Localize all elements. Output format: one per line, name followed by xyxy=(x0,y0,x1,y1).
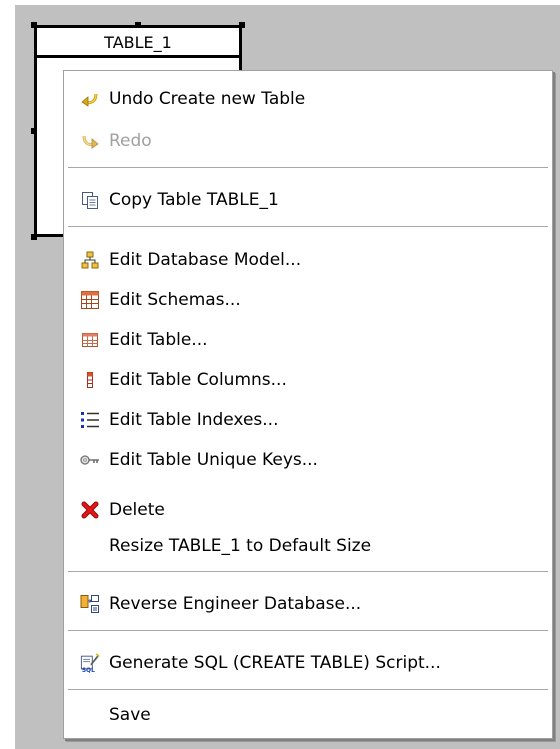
menu-item-undo[interactable]: Undo Create new Table xyxy=(64,82,552,116)
menu-item-redo: Redo xyxy=(64,124,552,158)
column-icon xyxy=(80,370,100,390)
resize-handle-sw[interactable] xyxy=(31,234,37,240)
schemas-icon xyxy=(80,290,100,310)
menu-item-resize-default[interactable]: Resize TABLE_1 to Default Size xyxy=(64,529,552,563)
resize-handle-n[interactable] xyxy=(135,22,141,28)
reverse-engineer-label: Reverse Engineer Database... xyxy=(109,594,362,614)
menu-item-reverse-engineer[interactable]: Reverse Engineer Database... xyxy=(64,587,552,621)
context-menu: Undo Create new Table Redo Copy Table TA… xyxy=(63,70,553,739)
edit-schemas-label: Edit Schemas... xyxy=(109,290,241,310)
generate-sql-label: Generate SQL (CREATE TABLE) Script... xyxy=(109,653,441,673)
svg-text:SQL: SQL xyxy=(82,668,95,674)
menu-item-save[interactable]: Save xyxy=(64,698,552,732)
delete-label: Delete xyxy=(109,500,165,520)
resize-handle-ne[interactable] xyxy=(239,22,245,28)
resize-handle-w[interactable] xyxy=(31,128,37,134)
menu-item-delete[interactable]: Delete xyxy=(64,493,552,527)
key-icon xyxy=(80,450,100,470)
redo-label: Redo xyxy=(109,131,152,151)
menu-item-edit-database-model[interactable]: Edit Database Model... xyxy=(64,243,552,277)
menu-item-edit-table-indexes[interactable]: Edit Table Indexes... xyxy=(64,403,552,437)
menu-separator xyxy=(68,226,548,228)
edit-table-unique-keys-label: Edit Table Unique Keys... xyxy=(109,450,318,470)
menu-item-edit-table-columns[interactable]: Edit Table Columns... xyxy=(64,363,552,397)
menu-separator xyxy=(68,689,548,691)
menu-item-edit-table-unique-keys[interactable]: Edit Table Unique Keys... xyxy=(64,443,552,477)
reverse-engineer-icon xyxy=(80,594,100,614)
delete-x-icon xyxy=(80,500,100,520)
database-model-icon xyxy=(80,250,100,270)
menu-item-generate-sql[interactable]: SQL Generate SQL (CREATE TABLE) Script..… xyxy=(64,646,552,680)
copy-table-label: Copy Table TABLE_1 xyxy=(109,190,279,210)
edit-table-columns-label: Edit Table Columns... xyxy=(109,370,287,390)
undo-label: Undo Create new Table xyxy=(109,89,306,109)
edit-database-model-label: Edit Database Model... xyxy=(109,250,302,270)
copy-icon xyxy=(80,190,100,210)
menu-item-edit-table[interactable]: Edit Table... xyxy=(64,323,552,357)
resize-handle-nw[interactable] xyxy=(31,22,37,28)
table-icon xyxy=(80,330,100,350)
edit-table-indexes-label: Edit Table Indexes... xyxy=(109,410,279,430)
index-list-icon xyxy=(80,410,100,430)
undo-arrow-icon xyxy=(80,89,100,109)
menu-separator xyxy=(68,571,548,573)
redo-arrow-icon xyxy=(80,131,100,151)
edit-table-label: Edit Table... xyxy=(109,330,208,350)
table-name-label: TABLE_1 xyxy=(37,28,239,58)
menu-item-copy-table[interactable]: Copy Table TABLE_1 xyxy=(64,183,552,217)
save-label: Save xyxy=(109,705,151,725)
resize-default-label: Resize TABLE_1 to Default Size xyxy=(109,536,372,556)
sql-script-icon: SQL xyxy=(80,653,100,674)
menu-separator xyxy=(68,630,548,632)
menu-separator xyxy=(68,167,548,169)
menu-item-edit-schemas[interactable]: Edit Schemas... xyxy=(64,283,552,317)
